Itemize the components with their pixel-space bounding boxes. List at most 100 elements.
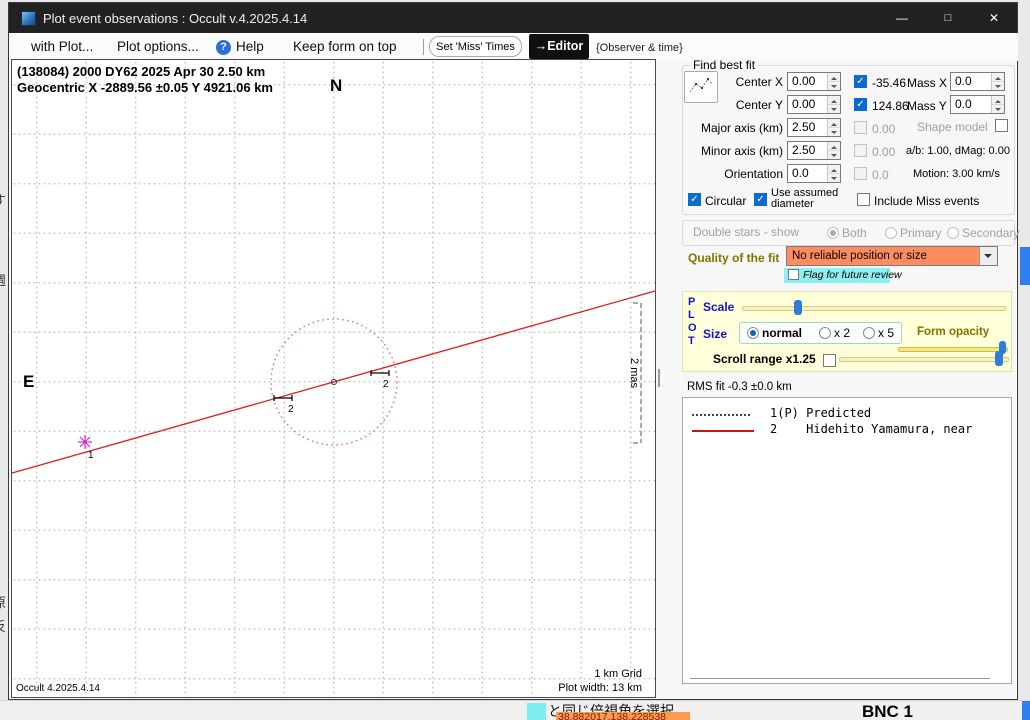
minor-axis-label: Minor axis (km) xyxy=(691,144,783,158)
mass-x-spinner[interactable]: 0.0 xyxy=(950,72,1005,91)
size-x5-label: x 5 xyxy=(878,326,894,340)
scale-slider[interactable] xyxy=(742,300,1006,316)
observer-time-label: {Observer & time} xyxy=(596,42,683,54)
minor-axis-fit-checkbox xyxy=(854,144,867,157)
center-x-value[interactable]: 0.00 xyxy=(788,73,827,90)
window-title: Plot event observations : Occult v.4.202… xyxy=(43,11,307,26)
resize-divider[interactable] xyxy=(658,369,660,387)
plot-width-label: Plot width: 13 km xyxy=(537,682,642,694)
plot-letter-o: O xyxy=(688,322,697,334)
mass-y-spinner[interactable]: 0.0 xyxy=(950,95,1005,114)
station-asterisk-marker[interactable] xyxy=(78,435,92,449)
use-assumed-label-line2: diameter xyxy=(771,198,814,210)
double-stars-label: Double stars - show xyxy=(693,225,799,239)
occult-plot-window: Plot event observations : Occult v.4.202… xyxy=(8,2,1018,700)
help-icon[interactable]: ? xyxy=(216,40,231,55)
major-axis-fit-checkbox xyxy=(854,121,867,134)
legend-bottom-rule xyxy=(690,678,990,679)
mas-scale-label: 2 mas xyxy=(628,358,640,388)
center-y-spin-buttons[interactable] xyxy=(827,96,840,113)
shape-model-checkbox[interactable] xyxy=(995,119,1008,132)
center-y-spinner[interactable]: 0.00 xyxy=(787,95,841,114)
minor-axis-spin-buttons[interactable] xyxy=(827,142,840,159)
mass-y-label: Mass Y xyxy=(907,99,947,113)
background-cyan-highlight xyxy=(527,703,546,720)
menu-help[interactable]: Help xyxy=(236,39,264,54)
size-normal-radio[interactable] xyxy=(747,327,759,339)
mass-x-value[interactable]: 0.0 xyxy=(951,73,991,90)
major-axis-label: Major axis (km) xyxy=(691,121,783,135)
editor-button[interactable]: →Editor xyxy=(529,34,589,59)
background-text-fragment: 原 xyxy=(0,592,6,611)
background-left-strip: す 週 原 反 xyxy=(0,0,8,720)
chord-a-label: 2 xyxy=(288,404,294,415)
observation-legend-list[interactable]: 1(P) Predicted 2 Hidehito Yamamura, near xyxy=(682,397,1012,684)
app-icon xyxy=(21,11,36,26)
mass-y-value[interactable]: 0.0 xyxy=(951,96,991,113)
orientation-fit-checkbox xyxy=(854,167,867,180)
minor-axis-spinner[interactable]: 2.50 xyxy=(787,141,841,160)
center-y-fitted-value: 124.86 xyxy=(872,99,909,113)
scale-slider-thumb[interactable] xyxy=(794,300,802,315)
menu-with-plot[interactable]: with Plot... xyxy=(31,39,93,54)
plot-letter-t: T xyxy=(688,335,695,347)
background-right-strip xyxy=(1018,0,1030,720)
orientation-spinner[interactable]: 0.0 xyxy=(787,164,841,183)
chevron-down-icon[interactable] xyxy=(979,247,997,265)
scroll-range-checkbox[interactable] xyxy=(823,354,836,367)
major-axis-fitted-value: 0.00 xyxy=(872,122,895,136)
quality-of-fit-label: Quality of the fit xyxy=(688,251,779,265)
scale-slider-track[interactable] xyxy=(742,306,1006,311)
center-y-fit-checkbox[interactable] xyxy=(854,98,867,111)
menu-plot-options[interactable]: Plot options... xyxy=(117,39,199,54)
center-x-spinner[interactable]: 0.00 xyxy=(787,72,841,91)
circular-checkbox[interactable] xyxy=(688,193,701,206)
circular-label: Circular xyxy=(705,194,746,208)
close-button[interactable]: ✕ xyxy=(971,3,1017,33)
center-x-fit-checkbox[interactable] xyxy=(854,75,867,88)
plot-letter-p: P xyxy=(688,296,695,308)
best-fit-chart-button[interactable] xyxy=(684,71,718,103)
scroll-range-label: Scroll range x1.25 xyxy=(713,352,816,366)
center-y-value[interactable]: 0.00 xyxy=(788,96,827,113)
size-x2-radio[interactable] xyxy=(819,327,831,339)
size-x5-radio[interactable] xyxy=(863,327,875,339)
orientation-spin-buttons[interactable] xyxy=(827,165,840,182)
legend-row-predicted[interactable]: 1(P) Predicted xyxy=(770,406,871,420)
menu-keep-on-top[interactable]: Keep form on top xyxy=(293,39,397,54)
set-miss-times-button[interactable]: Set 'Miss' Times xyxy=(429,36,522,57)
double-stars-primary-label: Primary xyxy=(900,226,941,240)
minimize-button[interactable]: — xyxy=(879,3,925,33)
mass-x-label: Mass X xyxy=(907,76,947,90)
orientation-value[interactable]: 0.0 xyxy=(788,165,827,182)
background-blue-fragment xyxy=(1022,701,1030,720)
maximize-button[interactable]: □ xyxy=(925,3,971,33)
quality-of-fit-dropdown[interactable]: No reliable position or size xyxy=(786,246,998,266)
flag-review-checkbox[interactable] xyxy=(788,269,799,280)
scroll-range-slider-track[interactable] xyxy=(839,357,1009,362)
mass-y-spin-buttons[interactable] xyxy=(991,96,1004,113)
legend-row-observer[interactable]: 2 Hidehito Yamamura, near xyxy=(770,422,972,436)
center-x-spin-buttons[interactable] xyxy=(827,73,840,90)
major-axis-value[interactable]: 2.50 xyxy=(788,119,827,136)
scroll-range-slider[interactable] xyxy=(839,351,1009,367)
double-stars-secondary-label: Secondary xyxy=(962,226,1019,240)
screen: す 週 原 反 と同じ倍視角を選択 38.882017,138.228538 B… xyxy=(0,0,1030,720)
mass-x-spin-buttons[interactable] xyxy=(991,73,1004,90)
major-axis-spin-buttons[interactable] xyxy=(827,119,840,136)
include-miss-events-checkbox[interactable] xyxy=(857,193,870,206)
center-x-label: Center X xyxy=(723,75,783,89)
observed-line-sample xyxy=(692,430,754,432)
plot-graphics: 2 2 1 2 m xyxy=(12,60,655,697)
major-axis-spinner[interactable]: 2.50 xyxy=(787,118,841,137)
size-x2-label: x 2 xyxy=(834,326,850,340)
background-text-fragment: 週 xyxy=(0,270,6,289)
menu-bar: with Plot... Plot options... ? Help Keep… xyxy=(10,33,1018,61)
minor-axis-value[interactable]: 2.50 xyxy=(788,142,827,159)
plot-canvas[interactable]: (138084) 2000 DY62 2025 Apr 30 2.50 km G… xyxy=(11,59,656,698)
scroll-range-slider-thumb[interactable] xyxy=(995,351,1003,366)
form-opacity-label: Form opacity xyxy=(917,326,989,338)
use-assumed-diameter-checkbox[interactable] xyxy=(754,193,767,206)
title-bar[interactable]: Plot event observations : Occult v.4.202… xyxy=(9,3,1017,33)
background-text-fragment: す xyxy=(0,190,6,209)
